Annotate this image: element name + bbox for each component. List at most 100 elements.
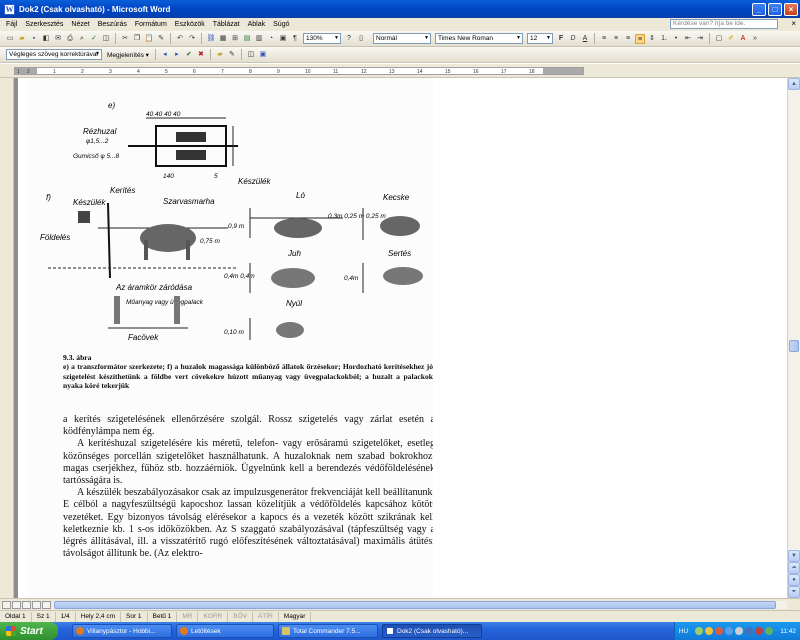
cut-icon[interactable]: ✂ — [120, 34, 130, 44]
read-mode-icon[interactable]: ▯ — [356, 34, 366, 44]
reading-layout-view-icon[interactable] — [42, 600, 51, 609]
hyperlink-icon[interactable]: ⛓ — [206, 34, 216, 44]
taskbar-item-firefox[interactable]: Villanypásztor - Hobbi... — [72, 624, 172, 638]
input-language-indicator[interactable]: HU — [679, 628, 688, 635]
review-mode-combo[interactable]: Végleges szöveg korrektúrával ▼ — [6, 49, 102, 60]
borders-icon[interactable]: ▢ — [714, 34, 724, 44]
document-page[interactable]: .h{font-family:"Liberation Sans",sans-se… — [18, 78, 788, 598]
excel-worksheet-icon[interactable]: ▤ — [242, 34, 252, 44]
bold-icon[interactable]: F — [556, 34, 566, 44]
menu-window[interactable]: Ablak — [244, 21, 270, 28]
maximize-button[interactable]: □ — [768, 2, 782, 16]
drawing-icon[interactable]: ◔ — [266, 34, 276, 44]
next-object-icon[interactable]: ⏷ — [788, 586, 800, 598]
clock[interactable]: 11:42 — [780, 628, 796, 635]
insert-comment-icon[interactable]: ▰ — [215, 50, 225, 60]
zoom-combo[interactable]: 130% ▼ — [303, 33, 341, 44]
update-icon[interactable] — [755, 627, 764, 635]
document-close-icon[interactable]: × — [791, 19, 796, 29]
help-search-input[interactable]: Kérdése van? Írja be ide. — [670, 19, 778, 29]
taskbar-item-downloads[interactable]: Letöltések — [176, 624, 274, 638]
font-size-combo[interactable]: 12 ▼ — [527, 33, 553, 44]
bullets-icon[interactable]: • — [671, 34, 681, 44]
scroll-up-icon[interactable]: ▲ — [788, 78, 800, 90]
new-document-icon[interactable]: ▭ — [5, 34, 15, 44]
network-icon[interactable] — [695, 627, 704, 635]
highlight-icon[interactable]: ✐ — [726, 34, 736, 44]
outline-view-icon[interactable] — [32, 600, 41, 609]
underline-icon[interactable]: A — [580, 34, 590, 44]
highlight-changes-icon[interactable]: ✎ — [227, 50, 237, 60]
status-record-macro[interactable]: MR — [177, 611, 199, 622]
numbering-icon[interactable]: ⒈ — [659, 34, 669, 44]
horizontal-scrollbar[interactable] — [52, 601, 787, 609]
scroll-down-icon[interactable]: ▼ — [788, 550, 800, 562]
justify-icon[interactable]: ≡ — [635, 33, 645, 44]
paste-icon[interactable]: 📋 — [144, 34, 154, 44]
help-icon[interactable]: ? — [344, 34, 354, 44]
align-center-icon[interactable]: ≡ — [611, 34, 621, 44]
accept-change-icon[interactable]: ✔ — [184, 50, 194, 60]
taskbar-item-total-commander[interactable]: Total Commander 7.5... — [278, 624, 378, 638]
permission-icon[interactable]: ◧ — [41, 34, 51, 44]
menu-edit[interactable]: Szerkesztés — [21, 21, 67, 28]
normal-view-icon[interactable] — [2, 600, 11, 609]
redo-icon[interactable]: ↷ — [187, 34, 197, 44]
start-button[interactable]: Start — [0, 622, 58, 640]
track-changes-icon[interactable]: ▣ — [258, 50, 268, 60]
menu-file[interactable]: Fájl — [2, 21, 21, 28]
status-track-changes[interactable]: KORR — [198, 611, 229, 622]
vertical-scrollbar[interactable]: ▲ ▼ ⏶ ● ⏷ — [787, 78, 800, 598]
horizontal-ruler[interactable]: 1 2 1 2 3 4 5 6 7 8 9 10 11 12 13 14 15 … — [0, 64, 800, 78]
italic-icon[interactable]: D — [568, 34, 578, 44]
decrease-indent-icon[interactable]: ⇤ — [683, 34, 693, 44]
toolbar-options-icon[interactable]: » — [750, 34, 760, 44]
taskbar-item-word[interactable]: Dok2 (Csak olvasható)... — [382, 624, 482, 638]
menu-view[interactable]: Nézet — [67, 21, 93, 28]
web-layout-view-icon[interactable] — [12, 600, 21, 609]
menu-tools[interactable]: Eszközök — [171, 21, 209, 28]
reviewing-pane-icon[interactable]: ◫ — [246, 50, 256, 60]
undo-icon[interactable]: ↶ — [175, 34, 185, 44]
email-icon[interactable]: ✉ — [53, 34, 63, 44]
font-color-icon[interactable]: A — [738, 34, 748, 44]
document-map-icon[interactable]: ▣ — [278, 34, 288, 44]
vertical-scroll-thumb[interactable] — [789, 340, 799, 352]
increase-indent-icon[interactable]: ⇥ — [695, 34, 705, 44]
reject-change-icon[interactable]: ✖ — [196, 50, 206, 60]
volume-icon[interactable] — [735, 627, 744, 635]
open-folder-icon[interactable]: ▰ — [17, 34, 27, 44]
save-icon[interactable]: ▪ — [29, 34, 39, 44]
columns-icon[interactable]: ▥ — [254, 34, 264, 44]
horizontal-scroll-thumb[interactable] — [54, 601, 776, 609]
print-icon[interactable]: ⎙ — [65, 34, 75, 44]
tables-borders-icon[interactable]: ▦ — [218, 34, 228, 44]
minimize-button[interactable]: _ — [752, 2, 766, 16]
show-menu-button[interactable]: Megjelenítés ▾ — [107, 51, 149, 59]
align-right-icon[interactable]: ≡ — [623, 34, 633, 44]
align-left-icon[interactable]: ≡ — [599, 34, 609, 44]
bluetooth-icon[interactable] — [745, 627, 754, 635]
font-combo[interactable]: Times New Roman ▼ — [435, 33, 523, 44]
select-browse-object-icon[interactable]: ● — [788, 574, 800, 586]
menu-format[interactable]: Formátum — [131, 21, 171, 28]
status-extend[interactable]: BŐV — [228, 611, 253, 622]
print-layout-view-icon[interactable] — [22, 600, 31, 609]
menu-insert[interactable]: Beszúrás — [94, 21, 131, 28]
show-hide-icon[interactable]: ¶ — [290, 34, 300, 44]
previous-object-icon[interactable]: ⏶ — [788, 562, 800, 574]
copy-icon[interactable]: ❐ — [132, 34, 142, 44]
vertical-ruler[interactable] — [0, 78, 14, 598]
security-icon[interactable] — [705, 627, 714, 635]
close-button[interactable]: × — [784, 2, 798, 16]
print-preview-icon[interactable]: ⌕ — [77, 34, 87, 44]
status-overtype[interactable]: ÁTÍR — [253, 611, 279, 622]
word-app-icon[interactable]: W — [4, 3, 15, 15]
spelling-icon[interactable]: ✓ — [89, 34, 99, 44]
antivirus-icon[interactable] — [715, 627, 724, 635]
line-spacing-icon[interactable]: ⇕ — [647, 34, 657, 44]
messenger-icon[interactable] — [725, 627, 734, 635]
insert-table-icon[interactable]: ⊞ — [230, 34, 240, 44]
status-language[interactable]: Magyar — [279, 611, 312, 622]
research-icon[interactable]: ◫ — [101, 34, 111, 44]
